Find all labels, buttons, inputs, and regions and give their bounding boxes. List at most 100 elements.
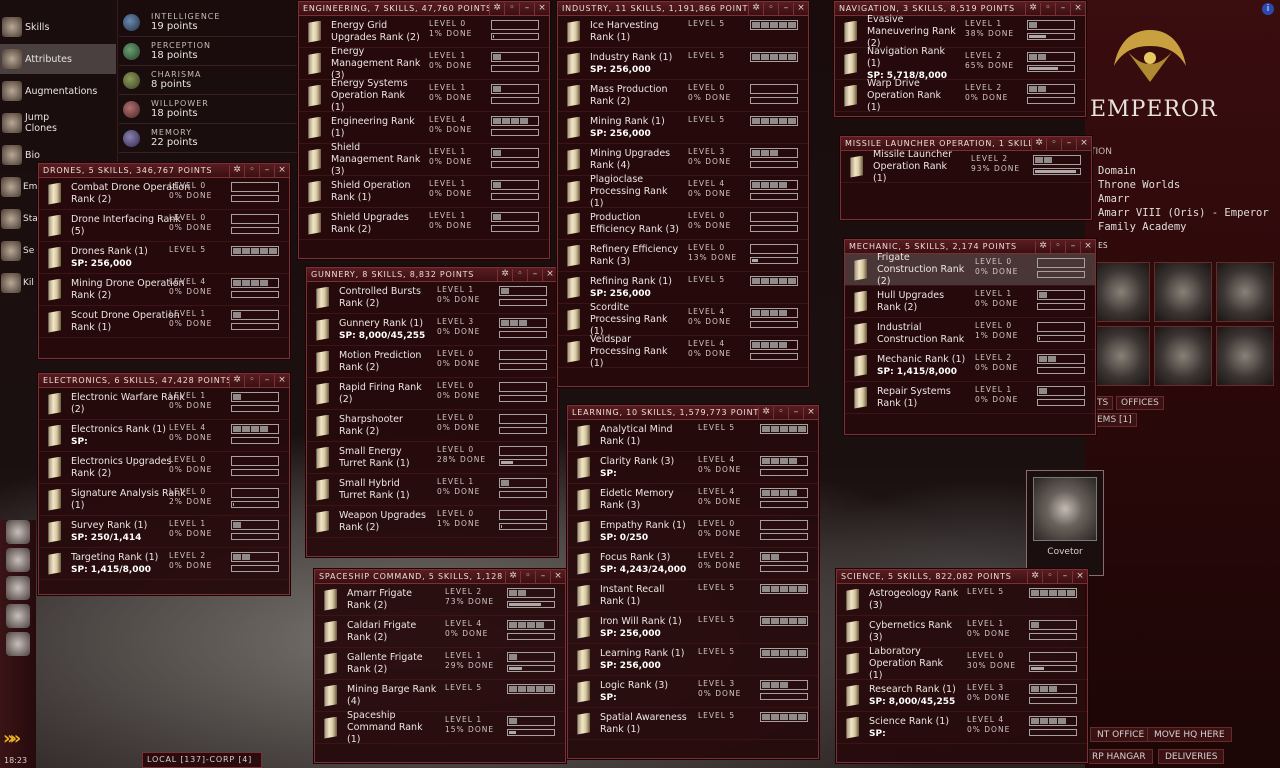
skill-row[interactable]: Mechanic Rank (1) SP: 1,415/8,000 LEVEL 20… [845,350,1095,382]
skill-row[interactable]: Industry Rank (1) SP: 256,000 LEVEL 5 [558,48,808,80]
window-header[interactable]: INDUSTRY, 11 SKILLS, 1,191,866 POINTS ✲ ◦ –… [558,2,808,16]
window-science[interactable]: SCIENCE, 5 SKILLS, 822,082 POINTS ✲ ◦ – × Ast… [836,569,1088,763]
globe-icon[interactable] [6,520,30,544]
service-icon[interactable] [1092,262,1150,322]
window-missile-launcher[interactable]: MISSILE LAUNCHER OPERATION, 1 SKILL ✲ ◦ – × M… [840,136,1092,220]
skill-row[interactable]: Production Efficiency Rank (3) LEVEL 0 0% … [558,208,808,240]
service-icon[interactable] [1092,326,1150,386]
options-icon[interactable]: ◦ [763,2,778,15]
expand-chevron-icon[interactable]: »» [3,728,21,749]
help-icon[interactable] [6,604,30,628]
move-hq-button[interactable]: MOVE HQ HERE [1147,727,1232,742]
options-icon[interactable]: ◦ [512,268,527,281]
nav-jump-clones[interactable]: Jump Clones [0,108,116,138]
skill-row[interactable]: Eidetic Memory Rank (3) LEVEL 4 0% DONE [568,484,818,516]
deliveries-button[interactable]: DELIVERIES [1158,749,1225,764]
skill-row[interactable]: Controlled Bursts Rank (2) LEVEL 1 0% DONE [307,282,557,314]
skill-row[interactable]: Mining Rank (1) SP: 256,000 LEVEL 5 [558,112,808,144]
nav-augmentations[interactable]: Augmentations [0,76,116,106]
skill-row[interactable]: Industrial Construction Rank LEVEL 0 1% DO… [845,318,1095,350]
skill-row[interactable]: Shield Upgrades Rank (2) LEVEL 1 0% DONE [299,208,549,240]
tab-offices[interactable]: OFFICES [1116,396,1164,410]
close-icon[interactable]: × [793,2,808,15]
close-icon[interactable]: × [274,164,289,177]
skill-row[interactable]: Spatial Awareness Rank (1) LEVEL 5 [568,708,818,740]
window-header[interactable]: SPACESHIP COMMAND, 5 SKILLS, 1,128 ✲ ◦ – × [315,570,565,584]
close-icon[interactable]: × [1072,570,1087,583]
minimize-icon[interactable]: – [527,268,542,281]
window-header[interactable]: ENGINEERING, 7 SKILLS, 47,760 POINTS ✲ ◦ – × [299,2,549,16]
portrait-icon[interactable] [6,632,30,656]
close-icon[interactable]: × [1070,2,1085,15]
minimize-icon[interactable]: – [778,2,793,15]
skill-row[interactable]: Electronics Rank (1) SP: LEVEL 4 0% DONE [39,420,289,452]
headset-icon[interactable] [6,576,30,600]
settings-icon[interactable]: ✲ [497,268,512,281]
skill-row[interactable]: Engineering Rank (1) LEVEL 4 0% DONE [299,112,549,144]
minimize-icon[interactable]: – [1065,240,1080,253]
tab-items[interactable]: EMS [1] [1092,413,1137,427]
skill-row[interactable]: Mining Barge Rank (4) LEVEL 5 [315,680,565,712]
skill-row[interactable]: Frigate Construction Rank (2) LEVEL 0 0% D… [845,252,1095,287]
nav-employment-history[interactable]: Em His [0,173,40,201]
skill-row[interactable]: Gallente Frigate Rank (2) LEVEL 1 29% DONE [315,648,565,680]
skill-row[interactable]: Motion Prediction Rank (2) LEVEL 0 0% DONE [307,346,557,378]
skill-row[interactable]: Ice Harvesting Rank (1) LEVEL 5 [558,16,808,48]
minimize-icon[interactable]: – [535,570,550,583]
skill-row[interactable]: Mining Drone Operation Rank (2) LEVEL 4 0%… [39,274,289,306]
options-icon[interactable]: ◦ [244,164,259,177]
skill-row[interactable]: Combat Drone Operation Rank (2) LEVEL 0 0%… [39,178,289,210]
options-icon[interactable]: ◦ [1046,137,1061,150]
close-icon[interactable]: × [1076,137,1091,150]
skill-row[interactable]: Focus Rank (3) SP: 4,243/24,000 LEVEL 2 0% … [568,548,818,580]
skill-row[interactable]: Research Rank (1) SP: 8,000/45,255 LEVEL 3… [837,680,1087,712]
nav-attributes[interactable]: Attributes [0,44,116,74]
options-icon[interactable]: ◦ [244,374,259,387]
close-icon[interactable]: × [534,2,549,15]
skill-row[interactable]: Laboratory Operation Rank (1) LEVEL 0 30% … [837,646,1087,681]
window-header[interactable]: GUNNERY, 8 SKILLS, 8,832 POINTS ✲ ◦ – × [307,268,557,282]
journal-icon[interactable] [6,548,30,572]
skill-row[interactable]: Targeting Rank (1) SP: 1,415/8,000 LEVEL 2… [39,548,289,580]
close-icon[interactable]: × [274,374,289,387]
skill-row[interactable]: Science Rank (1) SP: LEVEL 4 0% DONE [837,712,1087,744]
corp-hangar-button[interactable]: RP HANGAR [1085,749,1153,764]
minimize-icon[interactable]: – [519,2,534,15]
window-mechanic[interactable]: MECHANIC, 5 SKILLS, 2,174 POINTS ✲ ◦ – × Frig… [844,239,1096,435]
window-engineering[interactable]: ENGINEERING, 7 SKILLS, 47,760 POINTS ✲ ◦ – ×… [298,1,550,259]
settings-icon[interactable]: ✲ [505,570,520,583]
skill-row[interactable]: Scout Drone Operation Rank (1) LEVEL 1 0% … [39,306,289,338]
settings-icon[interactable]: ✲ [229,164,244,177]
minimize-icon[interactable]: – [1055,2,1070,15]
settings-icon[interactable]: ✲ [1025,2,1040,15]
info-icon[interactable]: i [1262,3,1274,15]
skill-row[interactable]: Shield Management Rank (3) LEVEL 1 0% DONE [299,142,549,177]
nav-skills[interactable]: Skills [0,12,116,42]
skill-row[interactable]: Drone Interfacing Rank (5) LEVEL 0 0% DONE [39,210,289,242]
minimize-icon[interactable]: – [259,374,274,387]
skill-row[interactable]: Small Hybrid Turret Rank (1) LEVEL 1 0% DO… [307,474,557,506]
nav-security-status[interactable]: Se Sta [0,237,40,265]
close-icon[interactable]: × [550,570,565,583]
window-drones[interactable]: DRONES, 5 SKILLS, 346,767 POINTS ✲ ◦ – × Comb… [38,163,290,359]
skill-row[interactable]: Survey Rank (1) SP: 250/1,414 LEVEL 1 0% DO… [39,516,289,548]
skill-row[interactable]: Electronics Upgrades Rank (2) LEVEL 0 0% D… [39,452,289,484]
skill-row[interactable]: Cybernetics Rank (3) LEVEL 1 0% DONE [837,616,1087,648]
options-icon[interactable]: ◦ [520,570,535,583]
window-header[interactable]: DRONES, 5 SKILLS, 346,767 POINTS ✲ ◦ – × [39,164,289,178]
skill-row[interactable]: Drones Rank (1) SP: 256,000 LEVEL 5 [39,242,289,274]
rent-office-button[interactable]: NT OFFICE [1090,727,1152,742]
skill-row[interactable]: Astrogeology Rank (3) LEVEL 5 [837,584,1087,616]
service-icon[interactable] [1154,262,1212,322]
window-spaceship-command[interactable]: SPACESHIP COMMAND, 5 SKILLS, 1,128 ✲ ◦ – × Am… [314,569,566,763]
skill-row[interactable]: Signature Analysis Rank (1) LEVEL 0 2% DON… [39,484,289,516]
skill-row[interactable]: Repair Systems Rank (1) LEVEL 1 0% DONE [845,382,1095,414]
settings-icon[interactable]: ✲ [1035,240,1050,253]
skill-row[interactable]: Refining Rank (1) SP: 256,000 LEVEL 5 [558,272,808,304]
window-learning[interactable]: LEARNING, 10 SKILLS, 1,579,773 POINTS ✲ ◦ –… [567,405,819,759]
skill-row[interactable]: Spaceship Command Rank (1) LEVEL 1 15% DON… [315,710,565,745]
skill-row[interactable]: Small Energy Turret Rank (1) LEVEL 0 28% D… [307,442,557,474]
minimize-icon[interactable]: – [1061,137,1076,150]
skill-row[interactable]: Hull Upgrades Rank (2) LEVEL 1 0% DONE [845,286,1095,318]
skill-row[interactable]: Energy Grid Upgrades Rank (2) LEVEL 0 1% D… [299,16,549,48]
